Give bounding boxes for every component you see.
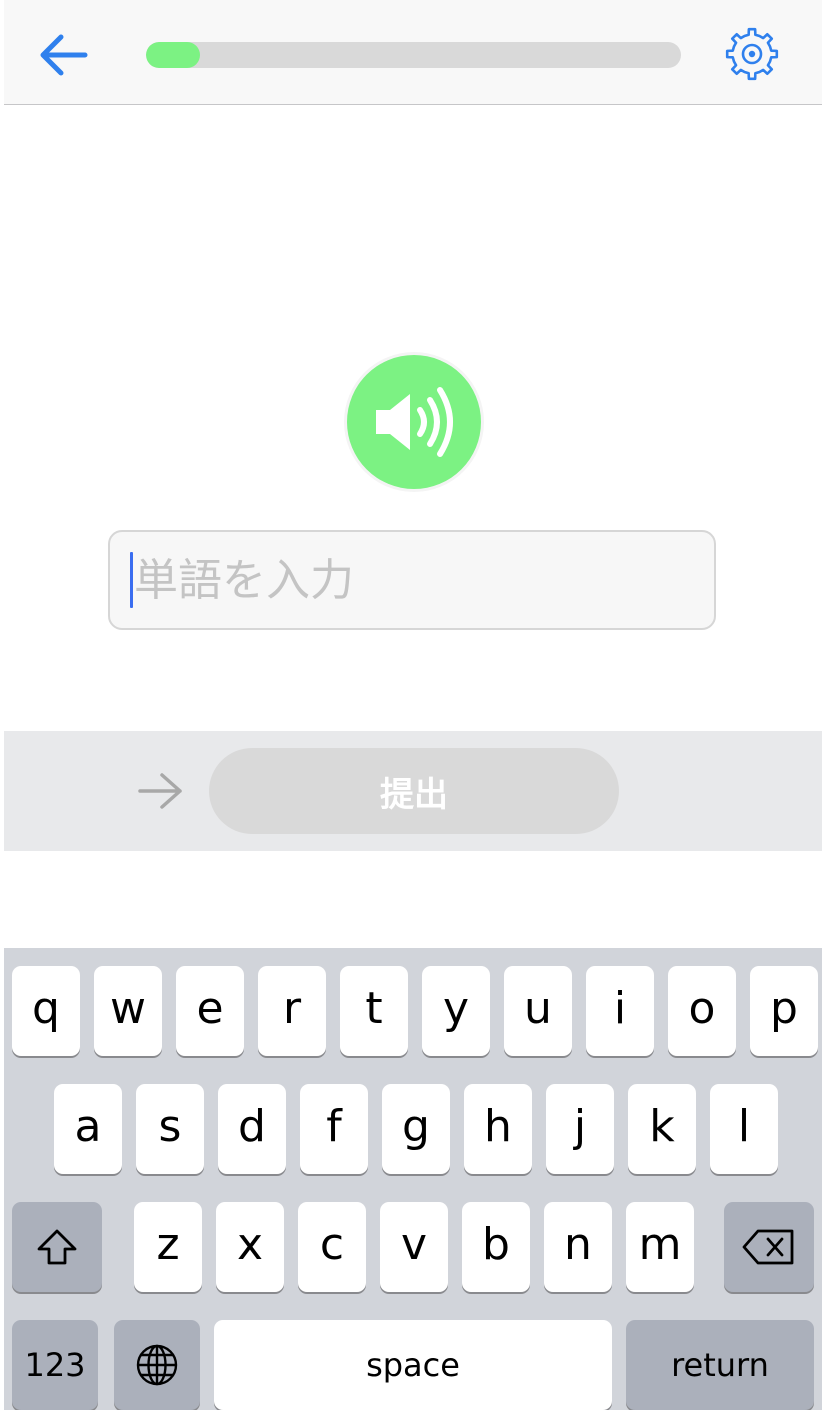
key-q[interactable]: q bbox=[12, 966, 80, 1056]
key-label: g bbox=[402, 1101, 430, 1152]
shift-key[interactable] bbox=[12, 1202, 102, 1292]
return-key-label: return bbox=[671, 1346, 769, 1384]
key-label: n bbox=[564, 1219, 592, 1270]
key-t[interactable]: t bbox=[340, 966, 408, 1056]
play-audio-button[interactable] bbox=[347, 355, 481, 489]
key-s[interactable]: s bbox=[136, 1084, 204, 1174]
key-e[interactable]: e bbox=[176, 966, 244, 1056]
key-h[interactable]: h bbox=[464, 1084, 532, 1174]
arrow-left-icon bbox=[40, 34, 88, 76]
key-label: z bbox=[156, 1219, 180, 1270]
key-o[interactable]: o bbox=[668, 966, 736, 1056]
key-label: b bbox=[482, 1219, 510, 1270]
submit-bar: 提出 bbox=[4, 731, 822, 851]
space-key[interactable]: space bbox=[214, 1320, 612, 1410]
speaker-volume-icon bbox=[376, 387, 453, 457]
onscreen-keyboard: 123 space return qwe r t y u i o p a s d f g h j k l z x c v… bbox=[4, 948, 822, 1410]
key-f[interactable]: f bbox=[300, 1084, 368, 1174]
key-label: l bbox=[737, 1101, 751, 1152]
gear-icon bbox=[725, 27, 779, 81]
settings-button[interactable] bbox=[722, 24, 782, 84]
key-b[interactable]: b bbox=[462, 1202, 530, 1292]
key-v[interactable]: v bbox=[380, 1202, 448, 1292]
key-label: m bbox=[638, 1219, 682, 1270]
key-label: i bbox=[613, 983, 627, 1034]
key-i[interactable]: i bbox=[586, 966, 654, 1056]
key-label: f bbox=[326, 1101, 342, 1152]
key-j[interactable]: j bbox=[546, 1084, 614, 1174]
key-p[interactable]: p bbox=[750, 966, 818, 1056]
key-label: t bbox=[365, 983, 383, 1034]
key-c[interactable]: c bbox=[298, 1202, 366, 1292]
key-w[interactable]: w bbox=[94, 966, 162, 1056]
space-key-label: space bbox=[366, 1346, 460, 1384]
text-caret bbox=[130, 552, 133, 608]
key-label: c bbox=[319, 1219, 345, 1270]
arrow-right-icon bbox=[138, 773, 182, 809]
key-label: x bbox=[236, 1219, 264, 1270]
key-label: p bbox=[770, 983, 798, 1034]
key-label: o bbox=[688, 983, 716, 1034]
return-key[interactable]: return bbox=[626, 1320, 814, 1410]
key-l[interactable]: l bbox=[710, 1084, 778, 1174]
key-z[interactable]: z bbox=[134, 1202, 202, 1292]
key-x[interactable]: x bbox=[216, 1202, 284, 1292]
numbers-key[interactable]: 123 bbox=[12, 1320, 98, 1410]
key-n[interactable]: n bbox=[544, 1202, 612, 1292]
key-label: d bbox=[238, 1101, 266, 1152]
shift-arrow-icon bbox=[37, 1229, 77, 1265]
key-label: a bbox=[74, 1101, 102, 1152]
key-g[interactable]: g bbox=[382, 1084, 450, 1174]
key-label: y bbox=[442, 983, 470, 1034]
key-d[interactable]: d bbox=[218, 1084, 286, 1174]
word-input-container bbox=[108, 530, 716, 630]
globe-key[interactable] bbox=[114, 1320, 200, 1410]
header-bar bbox=[4, 0, 822, 105]
key-label: e bbox=[196, 983, 224, 1034]
key-k[interactable]: k bbox=[628, 1084, 696, 1174]
key-u[interactable]: u bbox=[504, 966, 572, 1056]
back-button[interactable] bbox=[34, 28, 92, 82]
key-label: h bbox=[484, 1101, 512, 1152]
progress-fill bbox=[146, 42, 200, 68]
delete-key[interactable] bbox=[724, 1202, 814, 1292]
key-m[interactable]: m bbox=[626, 1202, 694, 1292]
word-input[interactable] bbox=[110, 532, 714, 628]
key-a[interactable]: a bbox=[54, 1084, 122, 1174]
key-label: w bbox=[110, 983, 146, 1034]
key-r[interactable]: r bbox=[258, 966, 326, 1056]
key-label: q bbox=[32, 983, 60, 1034]
globe-icon bbox=[136, 1344, 178, 1386]
backspace-icon bbox=[742, 1229, 794, 1265]
key-label: u bbox=[524, 983, 552, 1034]
key-label: k bbox=[649, 1101, 675, 1152]
progress-bar bbox=[146, 42, 681, 68]
key-label: s bbox=[158, 1101, 182, 1152]
submit-button[interactable]: 提出 bbox=[209, 748, 619, 834]
key-label: j bbox=[573, 1101, 587, 1152]
key-label: r bbox=[282, 983, 302, 1034]
key-y[interactable]: y bbox=[422, 966, 490, 1056]
key-label: v bbox=[400, 1219, 428, 1270]
numbers-key-label: 123 bbox=[24, 1346, 86, 1384]
app-screen: 提出 123 space r bbox=[4, 0, 822, 1410]
